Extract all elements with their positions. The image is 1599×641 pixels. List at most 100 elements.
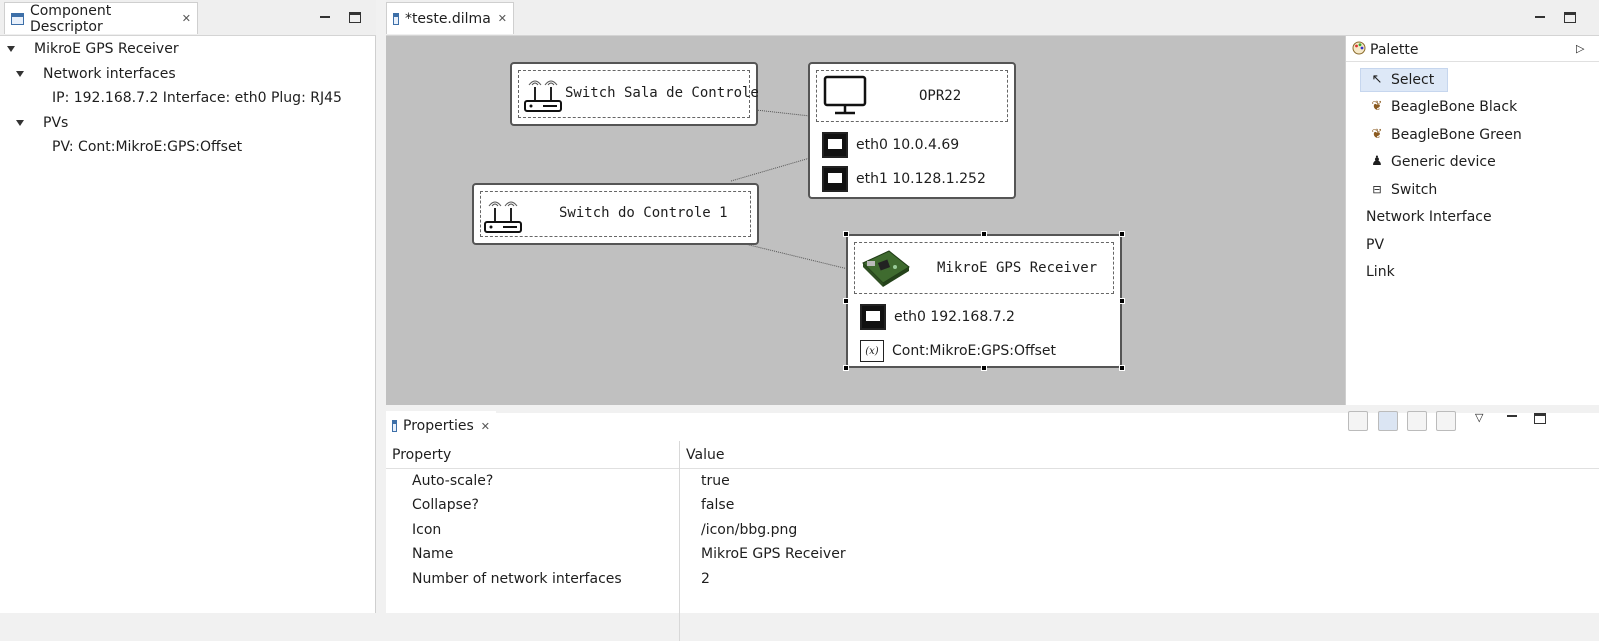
palette-item-generic-device[interactable]: ♟ Generic device xyxy=(1370,150,1496,174)
left-tabbar: Component Descriptor ✕ xyxy=(0,0,376,36)
properties-panel: Properties ✕ ▽ Property Value Auto-scale… xyxy=(386,411,1599,641)
palette-item-label: Link xyxy=(1366,264,1395,280)
properties-tabbar: Properties ✕ ▽ xyxy=(386,411,1599,441)
tree-pvs[interactable]: PVs xyxy=(43,115,68,131)
tab-properties[interactable]: Properties ✕ xyxy=(386,411,496,441)
interface-eth0[interactable]: eth0 10.0.4.69 xyxy=(822,132,959,158)
monitor-icon xyxy=(823,75,867,115)
palette-item-beaglebone-black[interactable]: ❦ BeagleBone Black xyxy=(1370,95,1518,119)
property-row[interactable]: Auto-scale? true xyxy=(386,470,1599,494)
resize-handle[interactable] xyxy=(981,365,987,371)
expand-arrow-icon[interactable] xyxy=(16,120,24,126)
tree-pv-entry[interactable]: PV: Cont:MikroE:GPS:Offset xyxy=(52,139,242,155)
interface-ip: 192.168.7.2 xyxy=(930,309,1015,325)
gps-receiver-node[interactable]: MikroE GPS Receiver eth0 192.168.7.2 (x)… xyxy=(846,234,1122,368)
property-value[interactable]: true xyxy=(701,473,730,489)
node-title: OPR22 xyxy=(919,88,962,104)
palette-item-network-interface[interactable]: Network Interface xyxy=(1366,205,1492,229)
palette-item-link[interactable]: Link xyxy=(1366,260,1395,284)
palette-item-beaglebone-green[interactable]: ❦ BeagleBone Green xyxy=(1370,123,1522,147)
close-icon[interactable]: ✕ xyxy=(481,420,490,433)
minimize-icon[interactable] xyxy=(1505,409,1519,423)
palette-title: Palette xyxy=(1370,42,1419,58)
palette-item-label: Select xyxy=(1391,72,1435,88)
resize-handle[interactable] xyxy=(843,365,849,371)
palette-item-switch[interactable]: ⊟ Switch xyxy=(1370,178,1437,202)
tree-network-interfaces[interactable]: Network interfaces xyxy=(43,66,176,82)
router-icon xyxy=(524,80,562,112)
penguin-icon: ♟ xyxy=(1371,154,1383,169)
resize-handle[interactable] xyxy=(1119,231,1125,237)
link-line[interactable] xyxy=(730,157,811,182)
ethernet-port-icon xyxy=(822,132,848,158)
minimize-icon[interactable] xyxy=(1533,10,1547,24)
property-value[interactable]: 2 xyxy=(701,571,710,587)
tree-interface-entry[interactable]: IP: 192.168.7.2 Interface: eth0 Plug: RJ… xyxy=(52,90,342,106)
view-menu-icon[interactable]: ▽ xyxy=(1475,411,1483,424)
node-title: Switch do Controle 1 xyxy=(559,205,728,221)
palette-item-label: Generic device xyxy=(1391,154,1496,170)
property-row[interactable]: Name MikroE GPS Receiver xyxy=(386,543,1599,567)
pin-view-icon[interactable] xyxy=(1348,411,1368,431)
property-value[interactable]: false xyxy=(701,497,734,513)
palette-item-pv[interactable]: PV xyxy=(1366,233,1384,257)
column-header-property[interactable]: Property xyxy=(392,447,451,463)
advanced-icon[interactable] xyxy=(1407,411,1427,431)
tab-component-descriptor[interactable]: Component Descriptor ✕ xyxy=(4,2,198,35)
tab-label: Component Descriptor xyxy=(29,2,112,35)
router-icon: ⊟ xyxy=(1372,183,1382,196)
file-icon xyxy=(393,12,399,25)
expand-arrow-icon[interactable] xyxy=(7,46,15,52)
column-header-value[interactable]: Value xyxy=(686,447,724,463)
property-value[interactable]: /icon/bbg.png xyxy=(701,522,797,538)
property-value[interactable]: MikroE GPS Receiver xyxy=(701,546,846,562)
link-line[interactable] xyxy=(755,109,811,117)
resize-handle[interactable] xyxy=(843,298,849,304)
property-name: Auto-scale? xyxy=(412,473,494,489)
variable-icon: (x) xyxy=(860,340,884,362)
maximize-icon[interactable] xyxy=(1564,12,1576,23)
interface-ip: 10.128.1.252 xyxy=(892,171,986,187)
maximize-icon[interactable] xyxy=(1534,413,1546,424)
interface-eth0[interactable]: eth0 192.168.7.2 xyxy=(860,304,1015,330)
resize-handle[interactable] xyxy=(981,231,987,237)
link-line[interactable] xyxy=(740,242,849,270)
node-header: MikroE GPS Receiver xyxy=(854,242,1114,294)
close-icon[interactable]: ✕ xyxy=(182,12,191,25)
resize-handle[interactable] xyxy=(1119,365,1125,371)
component-descriptor-panel: Component Descriptor ✕ MikroE GPS Receiv… xyxy=(0,0,376,613)
property-row[interactable]: Icon /icon/bbg.png xyxy=(386,519,1599,543)
diagram-canvas[interactable]: Switch Sala de Controle Switch do Contro… xyxy=(386,36,1345,405)
property-row[interactable]: Number of network interfaces 2 xyxy=(386,568,1599,592)
property-name: Number of network interfaces xyxy=(412,571,622,587)
switch-controle-node[interactable]: Switch do Controle 1 xyxy=(472,183,759,245)
palette-item-select[interactable]: ↖ Select xyxy=(1370,68,1435,92)
resize-handle[interactable] xyxy=(1119,298,1125,304)
node-title: MikroE GPS Receiver xyxy=(937,260,1098,276)
categories-icon[interactable] xyxy=(1378,411,1398,431)
tab-teste-dilma[interactable]: *teste.dilma ✕ xyxy=(386,2,514,34)
beaglebone-board-icon xyxy=(862,250,910,287)
ethernet-port-icon xyxy=(860,304,886,330)
pv-entry[interactable]: (x) Cont:MikroE:GPS:Offset xyxy=(860,340,1056,362)
palette-panel: Palette ▷ ↖ Select ❦ BeagleBone Black ❦ … xyxy=(1345,36,1599,405)
tree-root[interactable]: MikroE GPS Receiver xyxy=(34,41,179,57)
expand-arrow-icon[interactable] xyxy=(16,71,24,77)
minimize-icon[interactable] xyxy=(318,10,332,24)
resize-handle[interactable] xyxy=(843,231,849,237)
switch-sala-node[interactable]: Switch Sala de Controle xyxy=(510,62,759,126)
palette-header[interactable]: Palette ▷ xyxy=(1346,36,1599,62)
property-row[interactable]: Collapse? false xyxy=(386,494,1599,518)
interface-eth1[interactable]: eth1 10.128.1.252 xyxy=(822,166,986,192)
palette-item-label: PV xyxy=(1366,237,1385,253)
opr22-node[interactable]: OPR22 eth0 10.0.4.69 eth1 10.128.1.252 xyxy=(808,62,1016,199)
beaglebone-icon: ❦ xyxy=(1371,127,1383,142)
cursor-icon: ↖ xyxy=(1371,72,1383,87)
palette-item-label: Network Interface xyxy=(1366,209,1492,225)
maximize-icon[interactable] xyxy=(349,12,361,23)
close-icon[interactable]: ✕ xyxy=(498,12,507,25)
collapse-arrow-icon[interactable]: ▷ xyxy=(1576,42,1584,55)
property-name: Collapse? xyxy=(412,497,479,513)
restore-default-icon[interactable] xyxy=(1436,411,1456,431)
router-icon xyxy=(484,201,522,233)
